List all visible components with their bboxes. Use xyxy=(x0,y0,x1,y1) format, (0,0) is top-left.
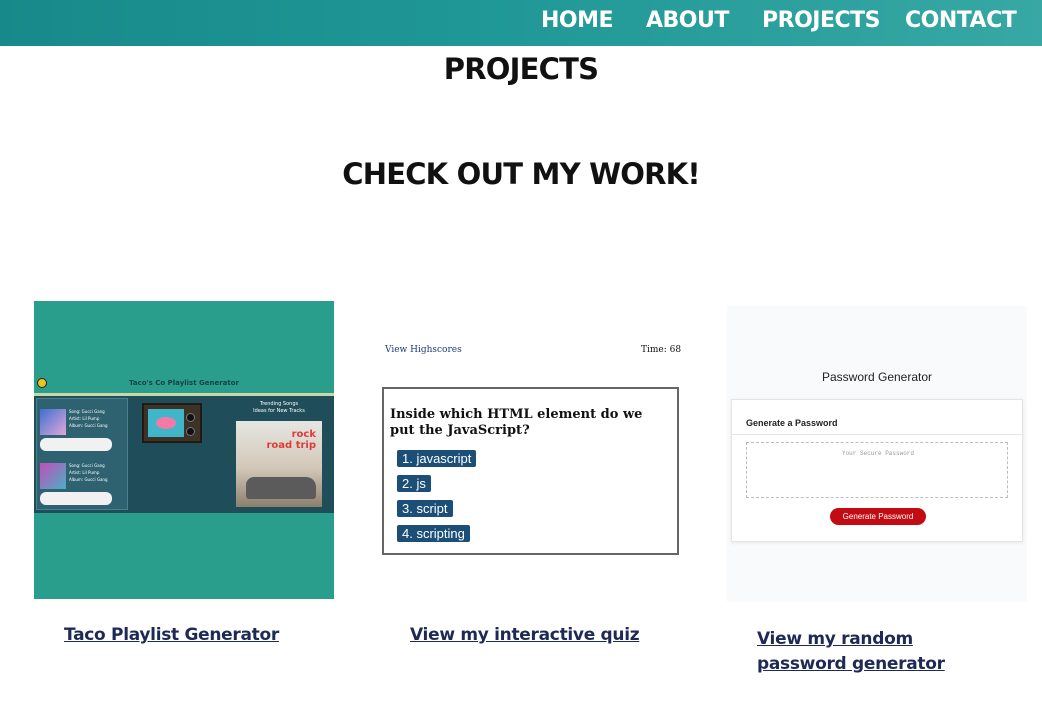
section-subtitle: CHECK OUT MY WORK! xyxy=(342,157,700,191)
taco-divider xyxy=(34,393,334,396)
password-placeholder: Your Secure Password xyxy=(841,450,914,457)
generate-password-button[interactable]: Generate Password xyxy=(830,508,926,525)
page-title: PROJECTS xyxy=(443,52,599,86)
song-title: Song: Gucci Gang xyxy=(69,409,105,414)
nav-projects-link[interactable]: PROJECTS xyxy=(762,8,880,33)
nav-home-link[interactable]: HOME xyxy=(541,8,614,33)
password-generator-thumbnail[interactable]: Password Generator Generate a Password Y… xyxy=(727,306,1027,602)
album-word-road-trip: road trip xyxy=(266,440,317,451)
taco-app-title: Taco's Co Playlist Generator xyxy=(128,379,240,387)
quiz-choice-button[interactable]: 3. script xyxy=(397,500,453,517)
song-album: Album: Gucci Gang xyxy=(69,423,108,428)
quiz-thumbnail[interactable]: View Highscores Time: 68 Inside which HT… xyxy=(376,301,686,599)
nav-contact-link[interactable]: CONTACT xyxy=(905,8,1017,33)
tv-image xyxy=(142,403,202,443)
taco-song-list: Song: Gucci Gang Artist: Lil Pump Album:… xyxy=(36,398,128,510)
card-divider xyxy=(732,434,1024,435)
quiz-choice-button[interactable]: 1. javascript xyxy=(397,450,477,467)
car-image xyxy=(246,477,316,499)
quiz-question-card: Inside which HTML element do we put the … xyxy=(382,387,679,555)
quiz-choice-button[interactable]: 4. scripting xyxy=(397,525,470,542)
audio-player[interactable] xyxy=(40,438,112,451)
album-cover-image: rock road trip xyxy=(236,421,322,507)
tv-knob-icon xyxy=(186,427,195,436)
taco-playlist-link[interactable]: Taco Playlist Generator xyxy=(64,623,279,648)
song-info: Song: Gucci Gang Artist: Lil Pump Album:… xyxy=(69,462,107,483)
tv-knob-icon xyxy=(186,413,195,422)
view-highscores-link[interactable]: View Highscores xyxy=(385,345,462,355)
audio-player[interactable] xyxy=(40,492,112,505)
taco-playlist-thumbnail[interactable]: Taco's Co Playlist Generator Song: Gucci… xyxy=(34,301,334,599)
quiz-timer: Time: 68 xyxy=(641,345,682,355)
tv-screen xyxy=(148,409,184,437)
trending-subheading: Ideas for New Tracks xyxy=(253,408,305,414)
nav-about-link[interactable]: ABOUT xyxy=(646,8,729,33)
password-generator-title: Password Generator xyxy=(821,370,933,384)
password-card: Generate a Password Your Secure Password… xyxy=(731,399,1024,542)
top-navbar: HOME ABOUT PROJECTS CONTACT xyxy=(0,0,1042,46)
song-title: Song: Gucci Gang xyxy=(69,463,105,468)
trending-heading: Trending Songs xyxy=(259,401,299,407)
quiz-choice-button[interactable]: 2. js xyxy=(397,475,431,492)
interactive-quiz-link[interactable]: View my interactive quiz xyxy=(410,623,640,648)
quiz-question: Inside which HTML element do we put the … xyxy=(390,407,643,438)
trending-header: Trending Songs Ideas for New Tracks xyxy=(234,401,324,415)
password-card-title: Generate a Password xyxy=(746,418,838,428)
password-generator-link[interactable]: View my random password generator xyxy=(757,627,997,677)
song-art-image xyxy=(40,463,66,489)
song-artist: Artist: Lil Pump xyxy=(69,470,100,475)
song-artist: Artist: Lil Pump xyxy=(69,416,100,421)
pig-image xyxy=(156,417,176,429)
password-output-field[interactable]: Your Secure Password xyxy=(746,442,1008,498)
album-word-rock: rock xyxy=(291,429,316,440)
song-art-image xyxy=(40,409,66,435)
song-album: Album: Gucci Gang xyxy=(69,477,108,482)
song-info: Song: Gucci Gang Artist: Lil Pump Album:… xyxy=(69,408,107,429)
